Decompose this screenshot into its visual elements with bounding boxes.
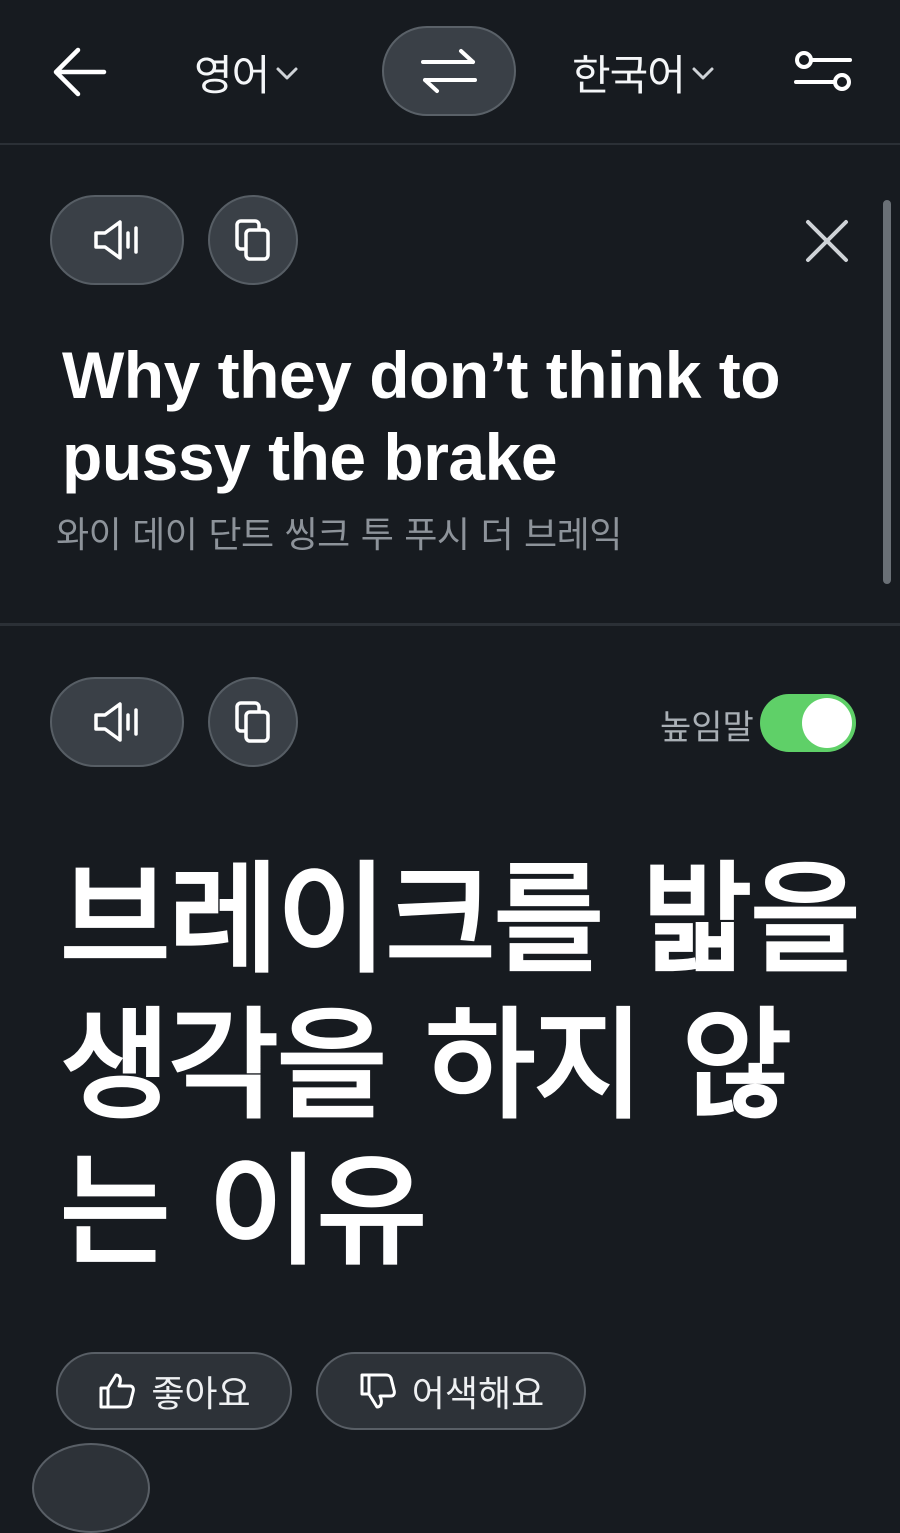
translation-text-line: 생각을 하지 않 [60,997,792,1136]
speaker-icon [94,702,138,742]
toggle-knob [802,698,852,748]
like-button[interactable]: 좋아요 [56,1352,292,1430]
translation-text-line: 브레이크를 밟을 [60,851,861,990]
more-options-button[interactable] [32,1443,150,1533]
chevron-down-icon [692,67,714,80]
source-text-line: pussy the brake [62,420,558,494]
translation-text-line: 는 이유 [60,1143,427,1282]
source-text-line: Why they don’t think to [62,338,781,412]
back-button[interactable] [44,38,114,106]
result-speaker-button[interactable] [50,677,184,767]
awkward-label: 어색해요 [411,1374,545,1415]
target-language-select[interactable]: 한국어 [572,40,715,104]
copy-icon [235,219,270,261]
source-language-select[interactable]: 영어 [194,40,299,104]
scrollbar[interactable] [883,200,891,584]
thumbs-down-icon [360,1373,396,1409]
like-label: 좋아요 [151,1374,251,1415]
source-language-label: 영어 [194,50,270,100]
section-divider [0,623,900,626]
clear-source-button[interactable] [800,214,854,268]
source-speaker-button[interactable] [50,195,184,285]
arrow-left-icon [53,47,107,97]
swap-arrows-icon [421,49,477,93]
target-language-label: 한국어 [572,50,686,100]
thumbs-up-icon [99,1373,136,1409]
speaker-icon [94,220,138,260]
source-pronunciation: 와이 데이 단트 씽크 투 푸시 더 브레익 [56,515,622,556]
settings-button[interactable] [790,42,856,102]
source-copy-button[interactable] [208,195,298,285]
honorific-toggle[interactable] [760,694,856,752]
honorific-label: 높임말 [660,708,754,748]
source-text[interactable]: Why they don’t think to pussy the brake [62,334,852,498]
result-copy-button[interactable] [208,677,298,767]
translation-text[interactable]: 브레이크를 밟을 생각을 하지 않 는 이유 [60,848,861,1286]
awkward-button[interactable]: 어색해요 [316,1352,586,1430]
sliders-icon [794,51,852,91]
swap-languages-button[interactable] [382,26,516,116]
top-bar: 영어 한국어 [0,0,900,145]
copy-icon [235,701,270,743]
close-icon [806,220,848,262]
chevron-down-icon [276,67,298,80]
